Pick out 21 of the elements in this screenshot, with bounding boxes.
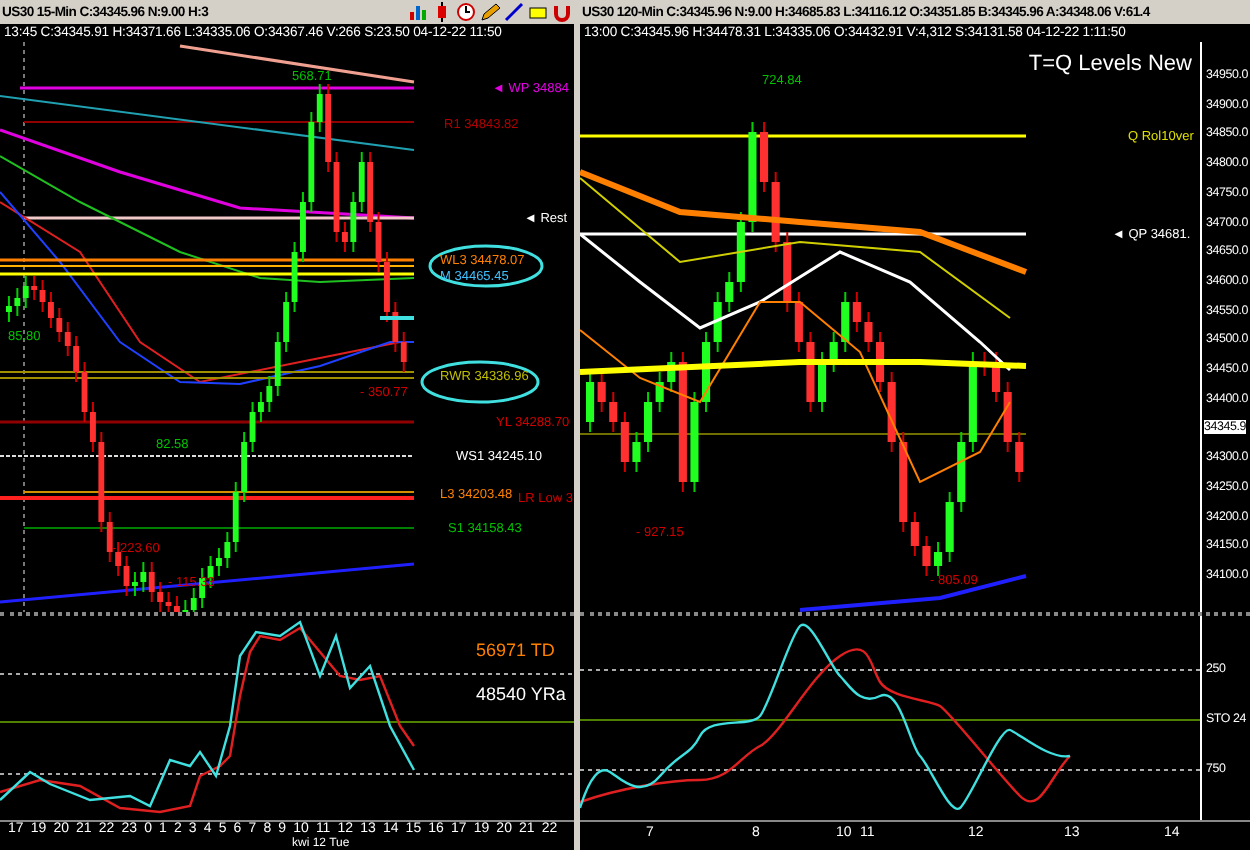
bar-chart-icon[interactable]: [408, 2, 428, 22]
annotation-mark: [380, 316, 414, 320]
candle: [748, 121, 757, 233]
clock-icon[interactable]: [456, 2, 476, 22]
oscillator-label: 56971 TD: [476, 640, 555, 660]
rectangle-icon[interactable]: [528, 2, 548, 22]
magnet-icon[interactable]: [552, 2, 572, 22]
pencil-icon[interactable]: [480, 2, 500, 22]
chart-title: T=Q Levels New: [1028, 52, 1192, 76]
candle: [980, 351, 989, 377]
candle: [690, 391, 699, 493]
candle: [864, 311, 873, 353]
candle: [632, 431, 641, 473]
candle: [1015, 431, 1024, 483]
annotation-ellipse: [428, 244, 544, 288]
oscillator-label: 48540 YRa: [476, 684, 566, 704]
candle: [806, 331, 815, 413]
candle: [922, 535, 931, 577]
trend-line-icon[interactable]: [504, 2, 524, 22]
candlestick-icon[interactable]: [432, 2, 452, 22]
annotation-ellipse: [420, 360, 540, 404]
